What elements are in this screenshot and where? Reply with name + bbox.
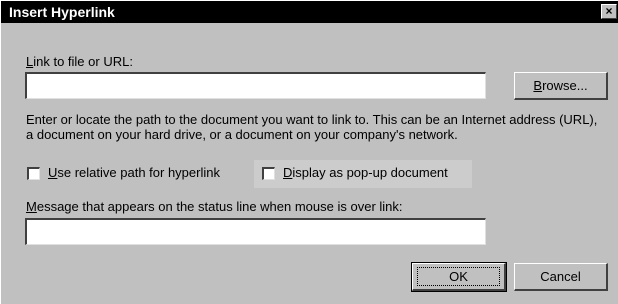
ok-button[interactable]: OK	[411, 262, 507, 292]
browse-button-label: Browse...	[533, 78, 588, 93]
browse-button[interactable]: Browse...	[514, 72, 608, 100]
ok-button-label: OK	[449, 269, 468, 284]
popup-doc-checkbox[interactable]	[262, 167, 275, 180]
insert-hyperlink-dialog: Insert Hyperlink × Link to file or URL: …	[0, 0, 618, 304]
relative-path-checkbox[interactable]	[27, 167, 40, 180]
relative-path-label[interactable]: Use relative path for hyperlink	[48, 165, 220, 180]
link-field-label: Link to file or URL:	[26, 54, 133, 69]
popup-doc-label[interactable]: Display as pop-up document	[283, 165, 448, 180]
cancel-button-label: Cancel	[540, 269, 581, 284]
status-message-input[interactable]	[25, 218, 486, 245]
description-text: Enter or locate the path to the document…	[26, 112, 598, 142]
title-bar[interactable]: Insert Hyperlink ×	[1, 1, 618, 23]
cancel-button[interactable]: Cancel	[514, 263, 608, 291]
close-icon: ×	[605, 4, 613, 18]
close-button[interactable]: ×	[601, 4, 617, 19]
dialog-title: Insert Hyperlink	[9, 4, 115, 20]
status-message-label: Message that appears on the status line …	[26, 199, 403, 214]
link-url-input[interactable]	[25, 72, 486, 99]
